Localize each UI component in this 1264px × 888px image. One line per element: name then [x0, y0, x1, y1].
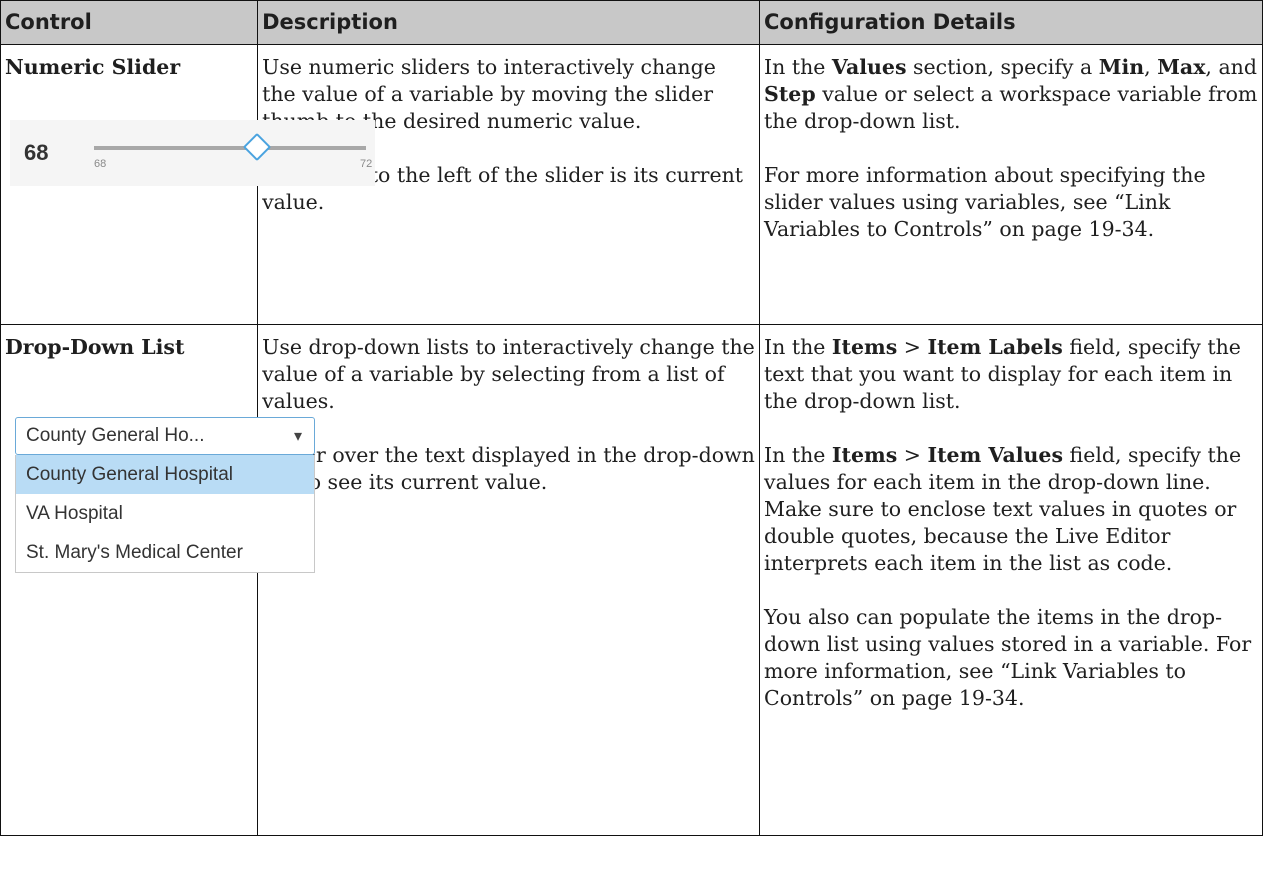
numeric-slider[interactable]: 68 68 72 [10, 120, 375, 186]
config-paragraph: In the Items > Item Labels field, specif… [764, 335, 1241, 413]
header-description: Description [257, 0, 761, 45]
dropdown-options: County General Hospital VA Hospital St. … [15, 455, 315, 573]
cell-control: Drop-Down List [0, 324, 259, 836]
drop-down-list[interactable]: County General Ho... ▾ County General Ho… [15, 417, 315, 573]
config-paragraph: You also can populate the items in the d… [764, 605, 1252, 710]
slider-current-value: 68 [24, 140, 49, 165]
config-paragraph: For more information about specifying th… [764, 163, 1206, 241]
header-configuration: Configuration Details [759, 0, 1263, 45]
dropdown-selected-label: County General Ho... [26, 425, 205, 446]
slider-track[interactable] [94, 146, 366, 150]
description-paragraph: Hover over the text displayed in the dro… [262, 443, 755, 494]
slider-max-label: 72 [360, 158, 373, 170]
dropdown-option[interactable]: VA Hospital [16, 494, 314, 533]
cell-configuration: In the Values section, specify a Min, Ma… [759, 44, 1263, 325]
cell-configuration: In the Items > Item Labels field, specif… [759, 324, 1263, 836]
header-row: Control Description Configuration Detail… [0, 0, 1263, 45]
slider-min-label: 68 [94, 158, 107, 170]
config-paragraph: In the Values section, specify a Min, Ma… [764, 55, 1258, 133]
description-paragraph: Use drop-down lists to interactively cha… [262, 335, 755, 413]
dropdown-option[interactable]: County General Hospital [16, 455, 314, 494]
dropdown-option[interactable]: St. Mary's Medical Center [16, 533, 314, 572]
slider-thumb[interactable] [243, 132, 272, 162]
table-row-drop-down-list: Drop-Down List Use drop-down lists to in… [0, 324, 1263, 836]
chevron-down-icon[interactable]: ▾ [294, 426, 302, 446]
control-name: Drop-Down List [5, 335, 185, 359]
header-control: Control [0, 0, 259, 45]
config-paragraph: In the Items > Item Values field, specif… [764, 443, 1242, 575]
cell-description: Use drop-down lists to interactively cha… [257, 324, 761, 836]
control-name: Numeric Slider [5, 55, 181, 79]
dropdown-select[interactable]: County General Ho... ▾ [15, 417, 315, 455]
